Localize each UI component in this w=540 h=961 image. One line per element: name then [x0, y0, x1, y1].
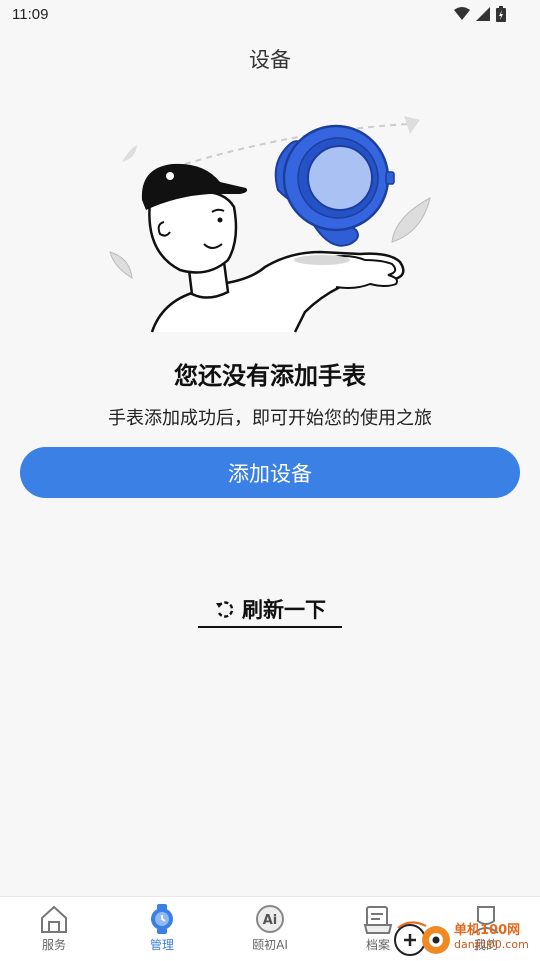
watermark-line2: danji100.com	[454, 938, 529, 951]
watermark-text: 单机100网 danji100.com	[454, 924, 529, 952]
empty-description: 手表添加成功后，即可开始您的使用之旅	[108, 408, 432, 429]
tab-label: 管理	[149, 938, 174, 952]
tab-services[interactable]: 服务	[0, 897, 108, 961]
add-device-button[interactable]: 添加设备	[20, 447, 520, 498]
leaf-icon	[122, 145, 137, 162]
watermark-line1: 单机100网	[454, 923, 521, 938]
refresh-icon	[216, 601, 234, 618]
tab-manage[interactable]: 管理	[108, 897, 216, 961]
page-title: 设备	[249, 48, 291, 72]
status-icons	[454, 6, 506, 22]
leaf-icon	[391, 197, 431, 243]
leaf-icon	[109, 251, 133, 279]
watermark-logo	[394, 921, 450, 956]
tab-label: 档案	[365, 938, 390, 952]
empty-title: 您还没有添加手表	[174, 362, 366, 390]
signal-icon	[476, 7, 490, 21]
home-icon	[41, 905, 67, 933]
refresh-link[interactable]: 刷新一下	[198, 592, 342, 628]
archive-icon	[363, 906, 393, 934]
ai-icon: Ai	[256, 905, 284, 933]
empty-illustration	[109, 116, 431, 333]
tab-label: 服务	[41, 938, 66, 952]
watch-icon	[151, 904, 173, 934]
watch-icon	[274, 124, 395, 247]
svg-text:Ai: Ai	[263, 913, 278, 928]
battery-icon	[496, 6, 506, 22]
status-time: 11:09	[12, 6, 49, 23]
wifi-icon	[454, 7, 470, 20]
status-bar: 11:09	[0, 0, 540, 30]
tab-label: 颐初AI	[252, 938, 288, 952]
refresh-label: 刷新一下	[242, 598, 326, 622]
watermark: 单机100网 danji100.com	[392, 916, 540, 960]
tab-ai[interactable]: Ai 颐初AI	[216, 897, 324, 961]
